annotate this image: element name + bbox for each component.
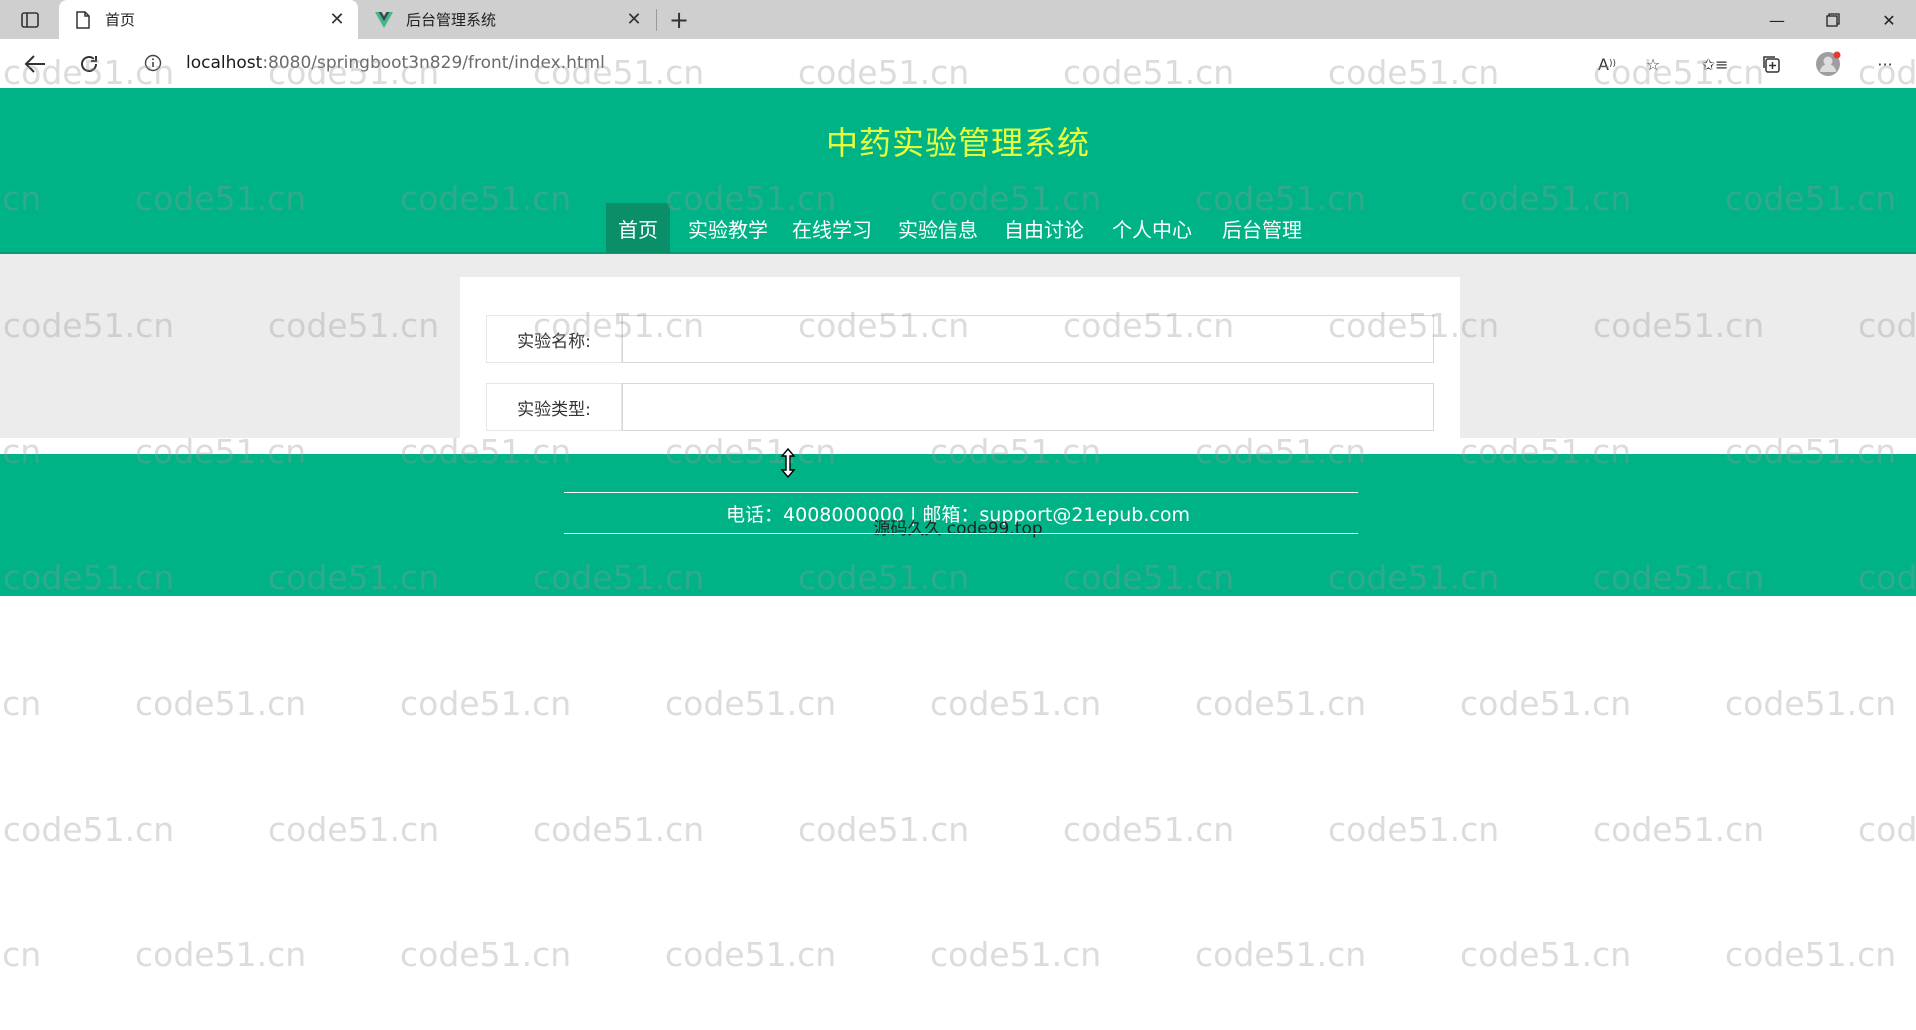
watermark-text: code51.cn bbox=[1593, 810, 1765, 849]
sidebar-toggle-icon[interactable] bbox=[18, 9, 42, 31]
watermark-text: code51.cn bbox=[1195, 684, 1367, 723]
site-title: 中药实验管理系统 bbox=[825, 124, 1090, 162]
nav-item-admin[interactable]: 后台管理 bbox=[1214, 203, 1310, 253]
nav-item-home[interactable]: 首页 bbox=[606, 203, 670, 253]
nav-item-personal-center[interactable]: 个人中心 bbox=[1104, 203, 1200, 253]
watermark-text: code51.cn bbox=[1725, 684, 1897, 723]
watermark-text: code51.cn bbox=[135, 684, 307, 723]
watermark-text: code51.cn bbox=[135, 935, 307, 974]
add-favorite-icon[interactable]: ☆ bbox=[1640, 51, 1666, 77]
nav-item-discussion[interactable]: 自由讨论 bbox=[996, 203, 1092, 253]
nav-item-teaching[interactable]: 实验教学 bbox=[680, 203, 776, 253]
experiment-type-input[interactable] bbox=[622, 383, 1434, 431]
tab-title: 后台管理系统 bbox=[406, 11, 497, 29]
watermark-text: code51.cn bbox=[533, 810, 705, 849]
address-bar[interactable]: localhost:8080/springboot3n829/front/ind… bbox=[128, 45, 1678, 81]
watermark-text: code51.cn bbox=[1858, 810, 1916, 849]
site-footer: 电话：4008000000 | 邮箱：support@21epub.com 源码… bbox=[0, 454, 1916, 596]
tab-title: 首页 bbox=[105, 11, 136, 29]
collections-icon[interactable] bbox=[1758, 51, 1784, 77]
nav-item-experiment-info[interactable]: 实验信息 bbox=[890, 203, 986, 253]
reload-icon[interactable] bbox=[74, 49, 104, 79]
watermark-text: code51.cn bbox=[1460, 684, 1632, 723]
watermark-text: code51.cn bbox=[400, 684, 572, 723]
back-arrow-icon[interactable] bbox=[20, 49, 50, 79]
experiment-type-label: 实验类型: bbox=[486, 383, 622, 431]
watermark-text: code51.cn bbox=[1195, 935, 1367, 974]
vue-logo-icon bbox=[374, 10, 394, 30]
watermark-text: code51.cn bbox=[798, 810, 970, 849]
close-icon[interactable]: ✕ bbox=[623, 9, 645, 31]
document-icon bbox=[73, 10, 93, 30]
watermark-text: code51.cn bbox=[1328, 810, 1500, 849]
watermark-text: code51.cn bbox=[0, 935, 42, 974]
more-menu-icon[interactable]: ··· bbox=[1872, 51, 1898, 77]
browser-toolbar: localhost:8080/springboot3n829/front/ind… bbox=[0, 39, 1916, 88]
watermark-text: code51.cn bbox=[1460, 935, 1632, 974]
watermark-text: code51.cn bbox=[0, 684, 42, 723]
tab-home[interactable]: 首页 ✕ bbox=[59, 0, 358, 39]
read-aloud-icon[interactable]: A)) bbox=[1594, 51, 1620, 77]
new-tab-icon[interactable]: + bbox=[666, 6, 692, 34]
site-header: 中药实验管理系统 首页 实验教学 在线学习 实验信息 自由讨论 个人中心 后台管… bbox=[0, 88, 1916, 254]
watermark-text: code51.cn bbox=[1063, 810, 1235, 849]
watermark-text: code51.cn bbox=[3, 810, 175, 849]
watermark-text: code51.cn bbox=[665, 684, 837, 723]
close-icon[interactable]: ✕ bbox=[326, 9, 348, 31]
main-nav: 首页 实验教学 在线学习 实验信息 自由讨论 个人中心 后台管理 bbox=[0, 203, 1916, 253]
footer-overlay-text: 源码久久 code99.top bbox=[873, 519, 1043, 539]
tab-divider bbox=[656, 9, 657, 31]
experiment-name-input[interactable] bbox=[622, 315, 1434, 363]
window-close-icon[interactable]: ✕ bbox=[1866, 6, 1912, 34]
footer-divider bbox=[564, 533, 1358, 534]
watermark-text: code51.cn bbox=[665, 935, 837, 974]
watermark-text: code51.cn bbox=[1725, 935, 1897, 974]
minimize-icon[interactable]: — bbox=[1754, 6, 1800, 34]
experiment-name-label: 实验名称: bbox=[486, 315, 622, 363]
watermark-text: code51.cn bbox=[930, 935, 1102, 974]
browser-tab-strip: 首页 ✕ 后台管理系统 ✕ + — ✕ bbox=[0, 0, 1916, 39]
url-text[interactable]: localhost:8080/springboot3n829/front/ind… bbox=[186, 53, 605, 73]
watermark-text: code51.cn bbox=[400, 935, 572, 974]
resize-cursor-icon bbox=[780, 447, 796, 479]
info-icon[interactable] bbox=[144, 54, 162, 72]
form-row-type: 实验类型: bbox=[486, 383, 1434, 431]
nav-item-online-learning[interactable]: 在线学习 bbox=[784, 203, 880, 253]
favorites-icon[interactable]: ✩≡ bbox=[1702, 51, 1729, 77]
profile-avatar-icon[interactable] bbox=[1815, 51, 1841, 77]
footer-divider bbox=[564, 492, 1358, 493]
watermark-text: code51.cn bbox=[268, 810, 440, 849]
search-form: 实验名称: 实验类型: bbox=[460, 277, 1460, 452]
form-row-name: 实验名称: bbox=[486, 315, 1434, 363]
watermark-text: code51.cn bbox=[930, 684, 1102, 723]
tab-admin[interactable]: 后台管理系统 ✕ bbox=[360, 0, 655, 39]
restore-icon[interactable] bbox=[1810, 6, 1856, 34]
